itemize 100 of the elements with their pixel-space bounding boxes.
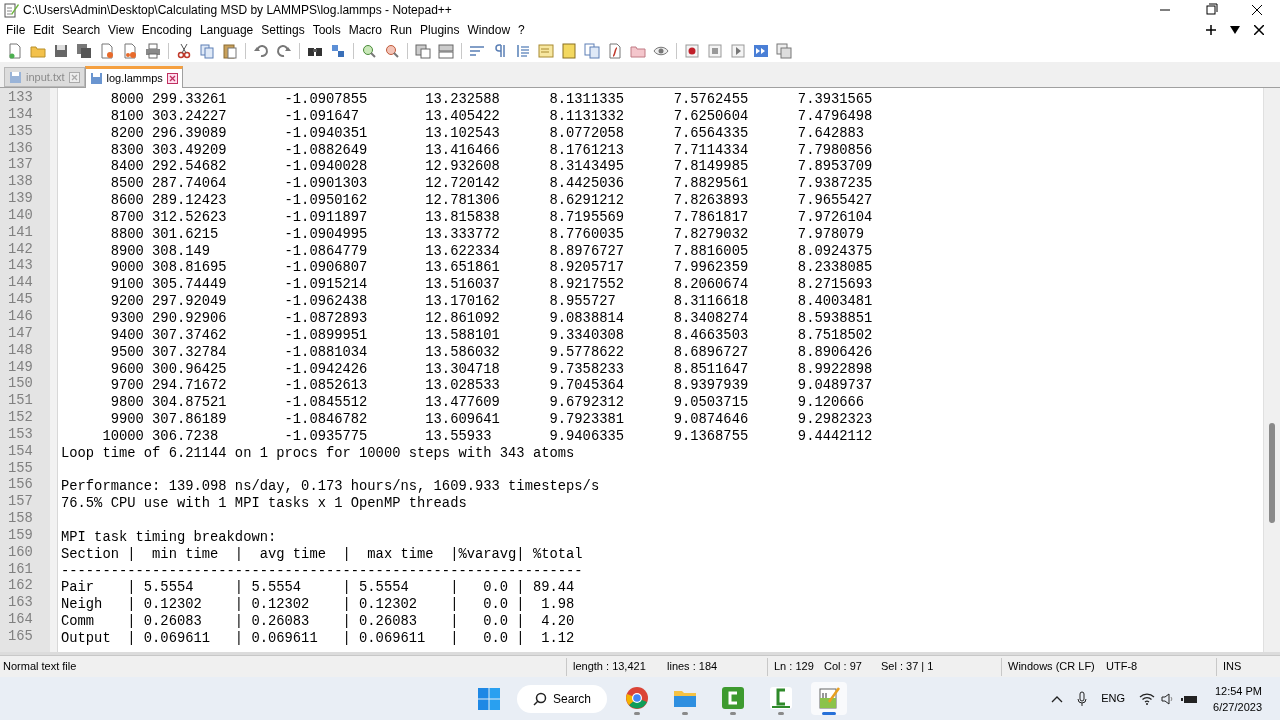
code-line: Output | 0.069611 | 0.069611 | 0.069611 | 0.0 | 1.12 bbox=[61, 631, 575, 648]
menu-item[interactable]: Plugins bbox=[416, 21, 464, 39]
line-number: 134 bbox=[7, 106, 34, 124]
play-icon[interactable] bbox=[730, 43, 746, 59]
menu-item[interactable]: Tools bbox=[308, 21, 345, 39]
line-number: 157 bbox=[7, 494, 34, 512]
scrollbar-thumb[interactable] bbox=[1269, 423, 1275, 523]
c-letter-icon[interactable] bbox=[769, 686, 794, 710]
menu-item[interactable]: ? bbox=[514, 21, 529, 39]
start-icon[interactable] bbox=[477, 686, 501, 711]
menu-item[interactable]: Search bbox=[58, 21, 105, 39]
code-line: 76.5% CPU use with 1 MPI tasks x 1 OpenMP threads bbox=[61, 496, 467, 514]
line-number: 138 bbox=[7, 174, 34, 192]
code-line: MPI task timing breakdown: bbox=[61, 529, 277, 547]
code-line: Pair | 5.5554 | 5.5554 | 5.5554 | 0.0 | 89.44 bbox=[61, 580, 575, 597]
folder-icon[interactable] bbox=[630, 43, 646, 59]
menu-item[interactable]: Run bbox=[386, 21, 417, 39]
wifi-icon[interactable] bbox=[1139, 692, 1156, 705]
dropdown-icon[interactable] bbox=[1230, 26, 1240, 34]
zoom-in-icon[interactable] bbox=[361, 43, 377, 59]
clock-time[interactable]: 12:54 PM bbox=[1214, 682, 1262, 699]
plus-icon[interactable] bbox=[1206, 25, 1216, 35]
floppy-icon[interactable] bbox=[53, 43, 69, 59]
menu-item[interactable]: Encoding bbox=[137, 21, 196, 39]
code-line: 8100 303.24227 -1.091647 13.405422 8.1131332 7.6250604 7.4796498 bbox=[109, 108, 873, 126]
menu-item[interactable]: Settings bbox=[257, 21, 309, 39]
menu-item[interactable]: Edit bbox=[29, 21, 59, 39]
code-line: 9400 307.37462 -1.0899951 13.588101 9.3340308 8.4663503 8.7518502 bbox=[109, 327, 873, 345]
status-text: length : 13,421 bbox=[572, 659, 647, 675]
line-number: 154 bbox=[7, 443, 34, 461]
code-line: 8500 287.74064 -1.0901303 12.720142 8.4425036 7.8829561 7.9387235 bbox=[109, 176, 873, 194]
new-file-icon[interactable] bbox=[7, 43, 23, 59]
line-number: 143 bbox=[7, 258, 34, 276]
menu-item[interactable]: View bbox=[104, 21, 138, 39]
status-text: INS bbox=[1222, 659, 1242, 675]
document-icon[interactable] bbox=[99, 43, 115, 59]
fast-forward-icon[interactable] bbox=[753, 43, 769, 59]
folder-icon[interactable] bbox=[30, 43, 46, 59]
code-line: 9900 307.86189 -1.0846782 13.609641 9.7923381 9.0874646 9.2982323 bbox=[109, 412, 873, 429]
window-title: C:\Users\Admin\Desktop\Calculating MSD by LAMMPS\log.lammps - Notepad++ bbox=[23, 2, 452, 19]
language-indicator[interactable]: ENG bbox=[1101, 690, 1126, 707]
line-number: 137 bbox=[7, 157, 34, 175]
cut-icon[interactable] bbox=[176, 43, 192, 59]
code-line: Section | min time | avg time | max time |%varavg| %total bbox=[61, 546, 583, 564]
paste-icon[interactable] bbox=[222, 43, 238, 59]
code-line: Performance: 139.098 ns/day, 0.173 hours/ns, 1609.933 timesteps/s bbox=[61, 479, 600, 496]
line-number: 149 bbox=[7, 359, 34, 377]
line-number: 148 bbox=[7, 342, 34, 360]
pages-icon[interactable] bbox=[584, 43, 600, 59]
line-number: 140 bbox=[7, 207, 34, 225]
redo-icon[interactable] bbox=[276, 43, 292, 59]
line-number: 145 bbox=[7, 292, 34, 309]
code-line: 8400 292.54682 -1.0940028 12.932608 8.3143495 7.8149985 7.8953709 bbox=[109, 159, 873, 177]
wrap-icon[interactable] bbox=[469, 43, 485, 59]
panel-icon[interactable] bbox=[561, 43, 577, 59]
code-line: 9500 307.32784 -1.0881034 13.586032 9.5778622 8.6896727 8.8906426 bbox=[109, 344, 873, 362]
status-text: Col : 97 bbox=[824, 659, 863, 675]
menu-item[interactable]: File bbox=[2, 21, 30, 39]
window-icon[interactable] bbox=[438, 43, 454, 59]
code-line: 8300 303.49209 -1.0882649 13.416466 8.1761213 7.7114334 7.7980856 bbox=[109, 142, 873, 160]
code-line: 10000 306.7238 -1.0935775 13.55933 9.9406335 9.1368755 9.4442112 bbox=[101, 428, 873, 446]
copy-icon[interactable] bbox=[199, 43, 215, 59]
code-line: 8600 289.12423 -1.0950162 12.781306 8.6291212 7.8263893 7.9655427 bbox=[109, 193, 873, 210]
menu-item[interactable]: Window bbox=[463, 21, 515, 39]
clock-date[interactable]: 6/27/2023 bbox=[1213, 698, 1262, 715]
notepad-icon[interactable] bbox=[817, 686, 842, 710]
tab[interactable]: log.lammps bbox=[84, 66, 183, 88]
menu-item[interactable]: Macro bbox=[344, 21, 386, 39]
code-line: 9600 300.96425 -1.0942426 13.304718 9.7358233 8.8511647 8.9922898 bbox=[109, 361, 873, 379]
chevron-up-icon[interactable] bbox=[1051, 694, 1064, 703]
close-icon[interactable] bbox=[1254, 25, 1264, 35]
record-icon[interactable] bbox=[684, 43, 700, 59]
browser-icon[interactable] bbox=[625, 686, 650, 710]
search-box[interactable]: Search bbox=[517, 684, 608, 713]
window-icon[interactable] bbox=[415, 43, 431, 59]
code-line: 9700 294.71672 -1.0852613 13.028533 9.7045364 8.9397939 9.0489737 bbox=[109, 378, 873, 396]
c-letter-icon[interactable] bbox=[721, 686, 746, 710]
line-number: 161 bbox=[7, 561, 34, 579]
line-number: 158 bbox=[7, 511, 34, 528]
line-number: 159 bbox=[7, 527, 34, 545]
undo-icon[interactable] bbox=[253, 43, 269, 59]
code-line: --------------------------------------------------------------- bbox=[61, 563, 583, 580]
zoom-out-icon[interactable] bbox=[384, 43, 400, 59]
microphone-icon[interactable] bbox=[1077, 690, 1088, 707]
line-number: 144 bbox=[7, 275, 34, 293]
indent-guide-icon[interactable] bbox=[515, 43, 531, 59]
scrollbar[interactable] bbox=[1263, 88, 1280, 652]
printer-icon[interactable] bbox=[145, 43, 161, 59]
stop-icon[interactable] bbox=[707, 43, 723, 59]
code-line: Comm | 0.26083 | 0.26083 | 0.26083 | 0.0 | 4.20 bbox=[61, 614, 575, 631]
line-number: 150 bbox=[7, 376, 34, 394]
documents-icon[interactable] bbox=[122, 43, 138, 59]
code-line: 8900 308.149 -1.0864779 13.622334 8.8976727 7.8816005 8.0924375 bbox=[109, 243, 873, 261]
line-number: 156 bbox=[7, 477, 34, 495]
code-line: 8200 296.39089 -1.0940351 13.102543 8.0772058 7.6564335 7.642883 bbox=[109, 125, 865, 143]
pilcrow-icon[interactable] bbox=[492, 43, 508, 59]
line-number: 139 bbox=[7, 191, 34, 208]
code-line: 8000 299.33261 -1.0907855 13.232588 8.1311335 7.5762455 7.3931565 bbox=[109, 92, 873, 109]
menu-item[interactable]: Language bbox=[195, 21, 258, 39]
code-line: Loop time of 6.21144 on 1 procs for 10000 steps with 343 atoms bbox=[61, 445, 575, 463]
